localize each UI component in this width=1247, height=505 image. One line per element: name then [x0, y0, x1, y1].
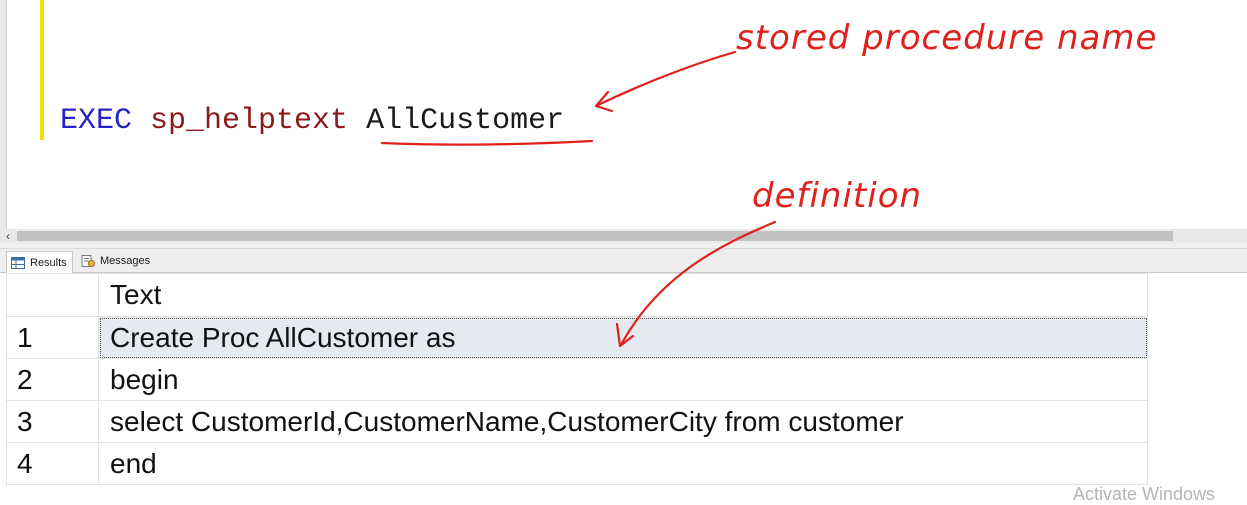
messages-icon	[81, 255, 95, 267]
tab-results-label: Results	[30, 256, 67, 269]
row-number-header[interactable]	[6, 273, 99, 317]
scrollbar-thumb[interactable]	[17, 231, 1173, 241]
exec-keyword: EXEC	[60, 104, 133, 138]
row-number[interactable]: 1	[6, 316, 99, 359]
cell-text[interactable]: Create Proc AllCustomer as	[98, 316, 1148, 359]
grid-icon	[11, 256, 25, 269]
results-tab-strip: Results Messages	[0, 249, 1247, 273]
procedure-name: sp_helptext	[150, 104, 349, 138]
activation-watermark: Activate Windows	[1073, 484, 1216, 504]
scroll-left-icon[interactable]: ‹	[0, 229, 16, 243]
cell-text[interactable]: select CustomerId,CustomerName,CustomerC…	[98, 400, 1148, 443]
horizontal-scrollbar[interactable]: ‹	[0, 229, 1247, 243]
table-row[interactable]: 4 end	[6, 442, 1148, 485]
table-row[interactable]: 3 select CustomerId,CustomerName,Custome…	[6, 400, 1148, 443]
row-number[interactable]: 3	[6, 400, 99, 443]
editor-gutter	[0, 0, 7, 229]
procedure-argument: AllCustomer	[366, 104, 565, 138]
code-line[interactable]: EXEC sp_helptext AllCustomer	[60, 101, 564, 141]
results-grid[interactable]: Text 1 Create Proc AllCustomer as 2 begi…	[6, 273, 1148, 485]
table-row[interactable]: 1 Create Proc AllCustomer as	[6, 316, 1148, 359]
tab-results[interactable]: Results	[6, 251, 73, 273]
tab-messages-label: Messages	[100, 255, 151, 267]
header-row: Text	[6, 273, 1148, 317]
column-header-text[interactable]: Text	[98, 273, 1148, 317]
cell-text[interactable]: begin	[98, 358, 1148, 401]
tab-messages[interactable]: Messages	[77, 251, 155, 271]
definition-annotation: definition	[752, 176, 923, 216]
change-indicator-bar	[40, 0, 44, 140]
row-number[interactable]: 2	[6, 358, 99, 401]
table-row[interactable]: 2 begin	[6, 358, 1148, 401]
stored-procedure-name-annotation: stored procedure name	[736, 18, 1158, 58]
cell-text[interactable]: end	[98, 442, 1148, 485]
row-number[interactable]: 4	[6, 442, 99, 485]
